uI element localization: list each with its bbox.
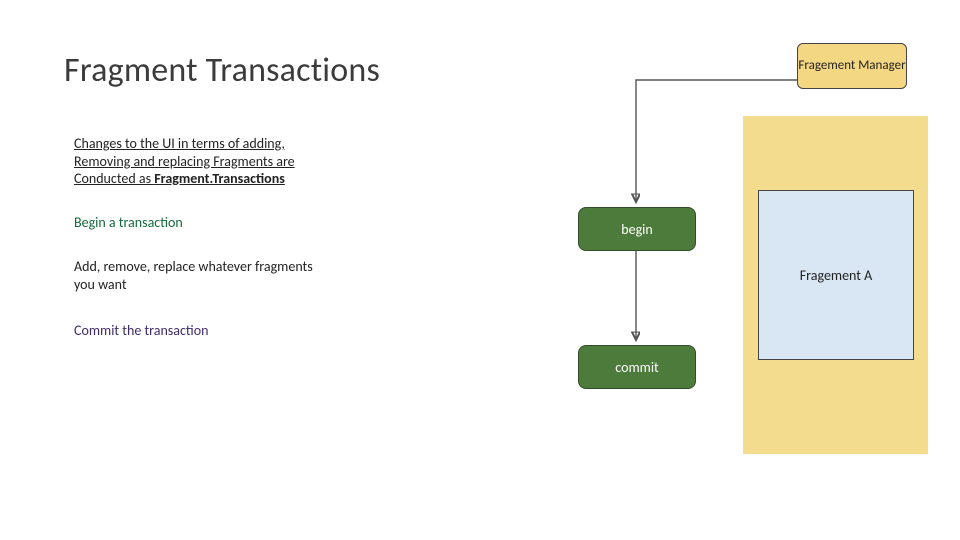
desc-line1: Changes to the UI in terms of adding, (74, 135, 285, 152)
fragment-manager-label: Fragement Manager (798, 59, 905, 74)
step-begin-text: Begin a transaction (74, 214, 183, 232)
begin-node: begin (578, 207, 696, 251)
begin-node-label: begin (621, 221, 652, 238)
fragment-card: Fragement A (758, 190, 914, 360)
step-modify-l2: you want (74, 276, 127, 293)
commit-node: commit (578, 345, 696, 389)
description-block: Changes to the UI in terms of adding, Re… (74, 135, 295, 188)
step-modify-text: Add, remove, replace whatever fragments … (74, 258, 313, 293)
desc-line2: Removing and replacing Fragments are (74, 153, 295, 170)
step-modify-l1: Add, remove, replace whatever fragments (74, 258, 313, 275)
slide-stage: Fragment Transactions Changes to the UI … (0, 0, 960, 540)
desc-line3-bold: Fragment.Transactions (154, 170, 285, 187)
slide-title: Fragment Transactions (64, 50, 380, 91)
step-commit-text: Commit the transaction (74, 322, 208, 340)
commit-node-label: commit (615, 359, 658, 376)
desc-line3-prefix: Conducted as (74, 170, 154, 187)
fragment-manager-header: Fragement Manager (797, 43, 907, 89)
fragment-card-label: Fragement A (800, 267, 873, 284)
